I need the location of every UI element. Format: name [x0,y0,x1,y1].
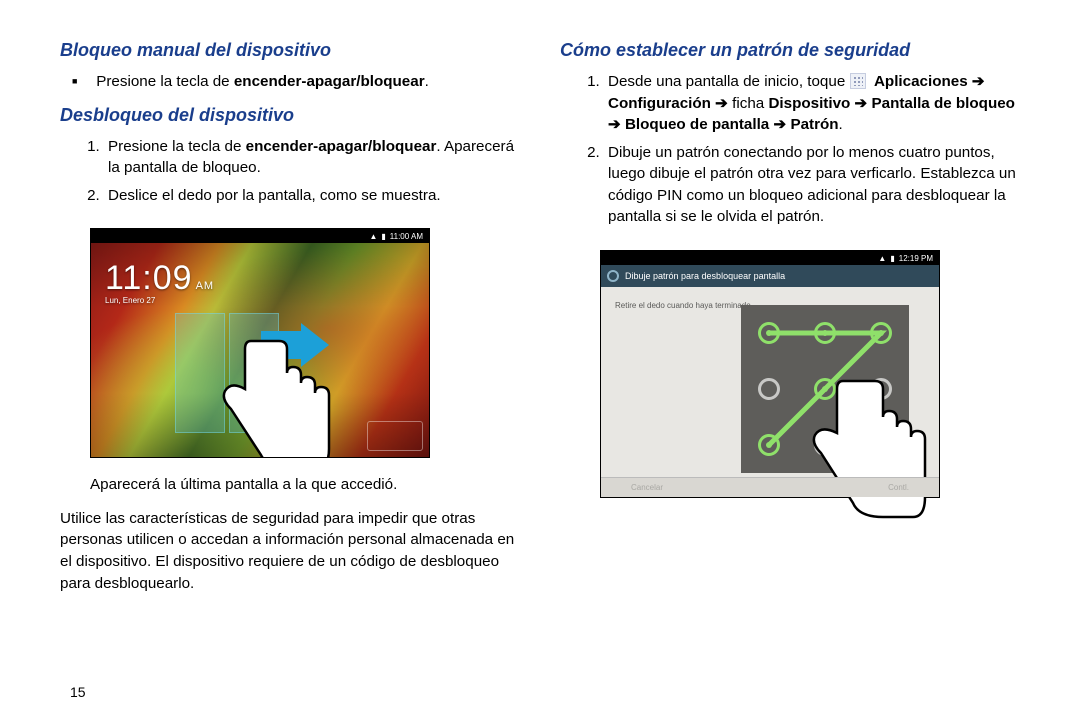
footer-cancel: Cancelar [631,483,663,492]
text: ficha [732,95,768,112]
wifi-icon: ▲ [878,254,886,263]
page-number: 15 [60,684,530,700]
text-bold: Pantalla de bloqueo [872,95,1015,112]
pattern-dot [758,378,780,400]
status-time: 12:19 PM [899,254,933,263]
text: . [425,73,429,90]
pattern-dot [870,322,892,344]
text-bold: encender-apagar/bloquear [234,73,425,90]
step-item: Desde una pantalla de inicio, toque Apli… [604,71,1030,136]
pattern-footer: Cancelar Contl. [601,477,939,497]
arrow-icon: ➔ [773,116,790,133]
battery-icon: ▮ [890,254,894,263]
clock-date: Lun, Enero 27 [105,296,214,305]
hand-icon [797,375,927,530]
pattern-screenshot: ▲ ▮ 12:19 PM Dibuje patrón para desbloqu… [600,250,940,498]
status-bar: ▲ ▮ 12:19 PM [601,251,939,265]
footer-continue: Contl. [888,483,909,492]
pattern-dot [814,322,836,344]
arrow-icon: ➔ [715,95,728,112]
step-item: Presione la tecla de encender-apagar/blo… [104,136,530,179]
text-bold: Dispositivo [768,95,850,112]
bullet-item: Presione la tecla de encender-apagar/blo… [92,71,530,93]
text-bold: Aplicaciones [874,73,968,90]
wifi-icon: ▲ [369,232,377,241]
apps-icon [850,73,866,89]
paragraph: Utilice las características de seguridad… [60,508,530,594]
lockscreen-screenshot: ▲ ▮ 11:00 AM 11:09AM Lun, Enero 27 [90,228,430,458]
step-item: Dibuje un patrón conectando por lo menos… [604,142,1030,228]
heading-unlock: Desbloqueo del dispositivo [60,105,530,126]
clock-ampm: AM [196,280,215,292]
clock: 11:09AM Lun, Enero 27 [105,259,214,305]
steps-list: Desde una pantalla de inicio, toque Apli… [560,71,1030,234]
text-bold: encender-apagar/bloquear [246,138,437,155]
text-bold: Patrón [790,116,838,133]
status-bar: ▲ ▮ 11:00 AM [91,229,429,243]
pattern-dot [758,322,780,344]
pattern-body: Dibuje patrón para desbloquear pantalla … [601,265,939,497]
heading-manual-lock: Bloqueo manual del dispositivo [60,40,530,61]
text: Desde una pantalla de inicio, toque [608,73,850,90]
pattern-header: Dibuje patrón para desbloquear pantalla [601,265,939,287]
bullet-list: Presione la tecla de encender-apagar/blo… [60,71,530,93]
widget-placeholder [367,421,423,451]
arrow-icon: ➔ [972,73,985,90]
text-bold: Bloqueo de pantalla [625,116,769,133]
gear-icon [607,270,619,282]
arrow-icon: ➔ [855,95,872,112]
hand-icon [211,331,331,457]
battery-icon: ▮ [381,232,385,241]
header-text: Dibuje patrón para desbloquear pantalla [625,271,785,281]
clock-time: 11:09 [105,259,193,297]
text: . [839,116,843,133]
heading-pattern: Cómo establecer un patrón de seguridad [560,40,1030,61]
text-bold: Configuración [608,95,711,112]
arrow-icon: ➔ [608,116,625,133]
text: Presione la tecla de [96,73,234,90]
right-column: Cómo establecer un patrón de seguridad D… [560,34,1030,700]
status-time: 11:00 AM [390,232,423,241]
left-column: Bloqueo manual del dispositivo Presione … [60,34,530,700]
lockscreen-body: 11:09AM Lun, Enero 27 [91,243,429,457]
text: Presione la tecla de [108,138,246,155]
pattern-dot [758,434,780,456]
caption: Aparecerá la última pantalla a la que ac… [90,474,530,496]
step-item: Deslice el dedo por la pantalla, como se… [104,185,530,207]
steps-list: Presione la tecla de encender-apagar/blo… [60,136,530,213]
